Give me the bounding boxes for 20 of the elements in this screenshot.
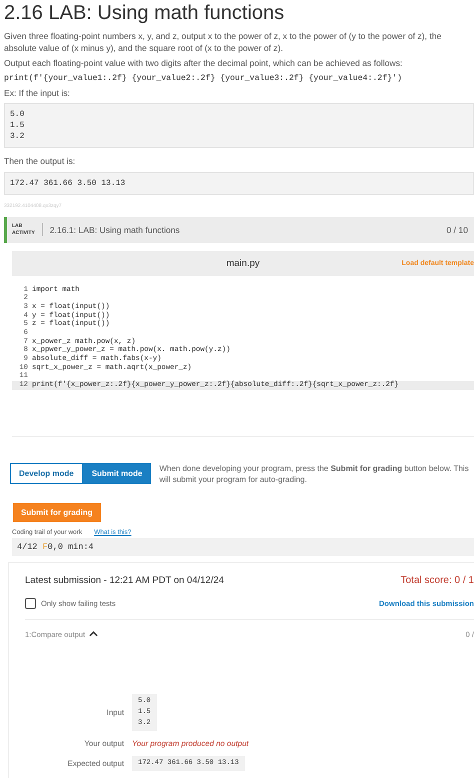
total-score: Total score: 0 / 1 bbox=[400, 574, 474, 586]
submit-button[interactable]: Submit for grading bbox=[13, 502, 101, 522]
mode-description: When done developing your program, press the Submit for grading button below. This will submit your program for auto-grading. bbox=[159, 462, 470, 484]
lab-title: 2.16.1: LAB: Using math functions bbox=[50, 224, 181, 234]
checkbox[interactable] bbox=[25, 598, 36, 608]
page-title: 2.16 LAB: Using math functions bbox=[4, 2, 284, 25]
mode-tab[interactable]: Submit mode bbox=[82, 462, 152, 484]
instruction-text: Given three floating-point numbers x, y, and z, output x to the power of z, x to the power of (y to the power of z), the absolute value of (x minus y), and the square root of (x to the power of z). bbox=[4, 31, 442, 54]
example-output-block: 172.47 361.66 3.50 13.13 bbox=[4, 172, 474, 194]
instruction-text: Output each floating-point value with two digits after the decimal point, which can be achieved as follows: bbox=[4, 58, 402, 70]
output-label: Then the output is: bbox=[4, 156, 76, 168]
file-name: main.py bbox=[226, 258, 260, 268]
example-label: Ex: If the input is: bbox=[4, 88, 70, 99]
lab-score: 0 / 10 bbox=[446, 224, 468, 234]
mode-tab[interactable]: Develop mode bbox=[10, 462, 83, 484]
chevron-icon[interactable] bbox=[89, 631, 98, 637]
example-input-block: 5.0 1.5 3.2 bbox=[4, 103, 474, 148]
coding-trail: 4/12 F0,0 min:4 bbox=[12, 538, 474, 556]
submission-title: Latest submission - 12:21 AM PDT on 04/12/24 bbox=[25, 574, 224, 586]
code-snippet: print(f'{your_value1:.2f} {your_value2:.2f} {your_value3:.2f} {your_value4:.2f}') bbox=[4, 74, 402, 82]
